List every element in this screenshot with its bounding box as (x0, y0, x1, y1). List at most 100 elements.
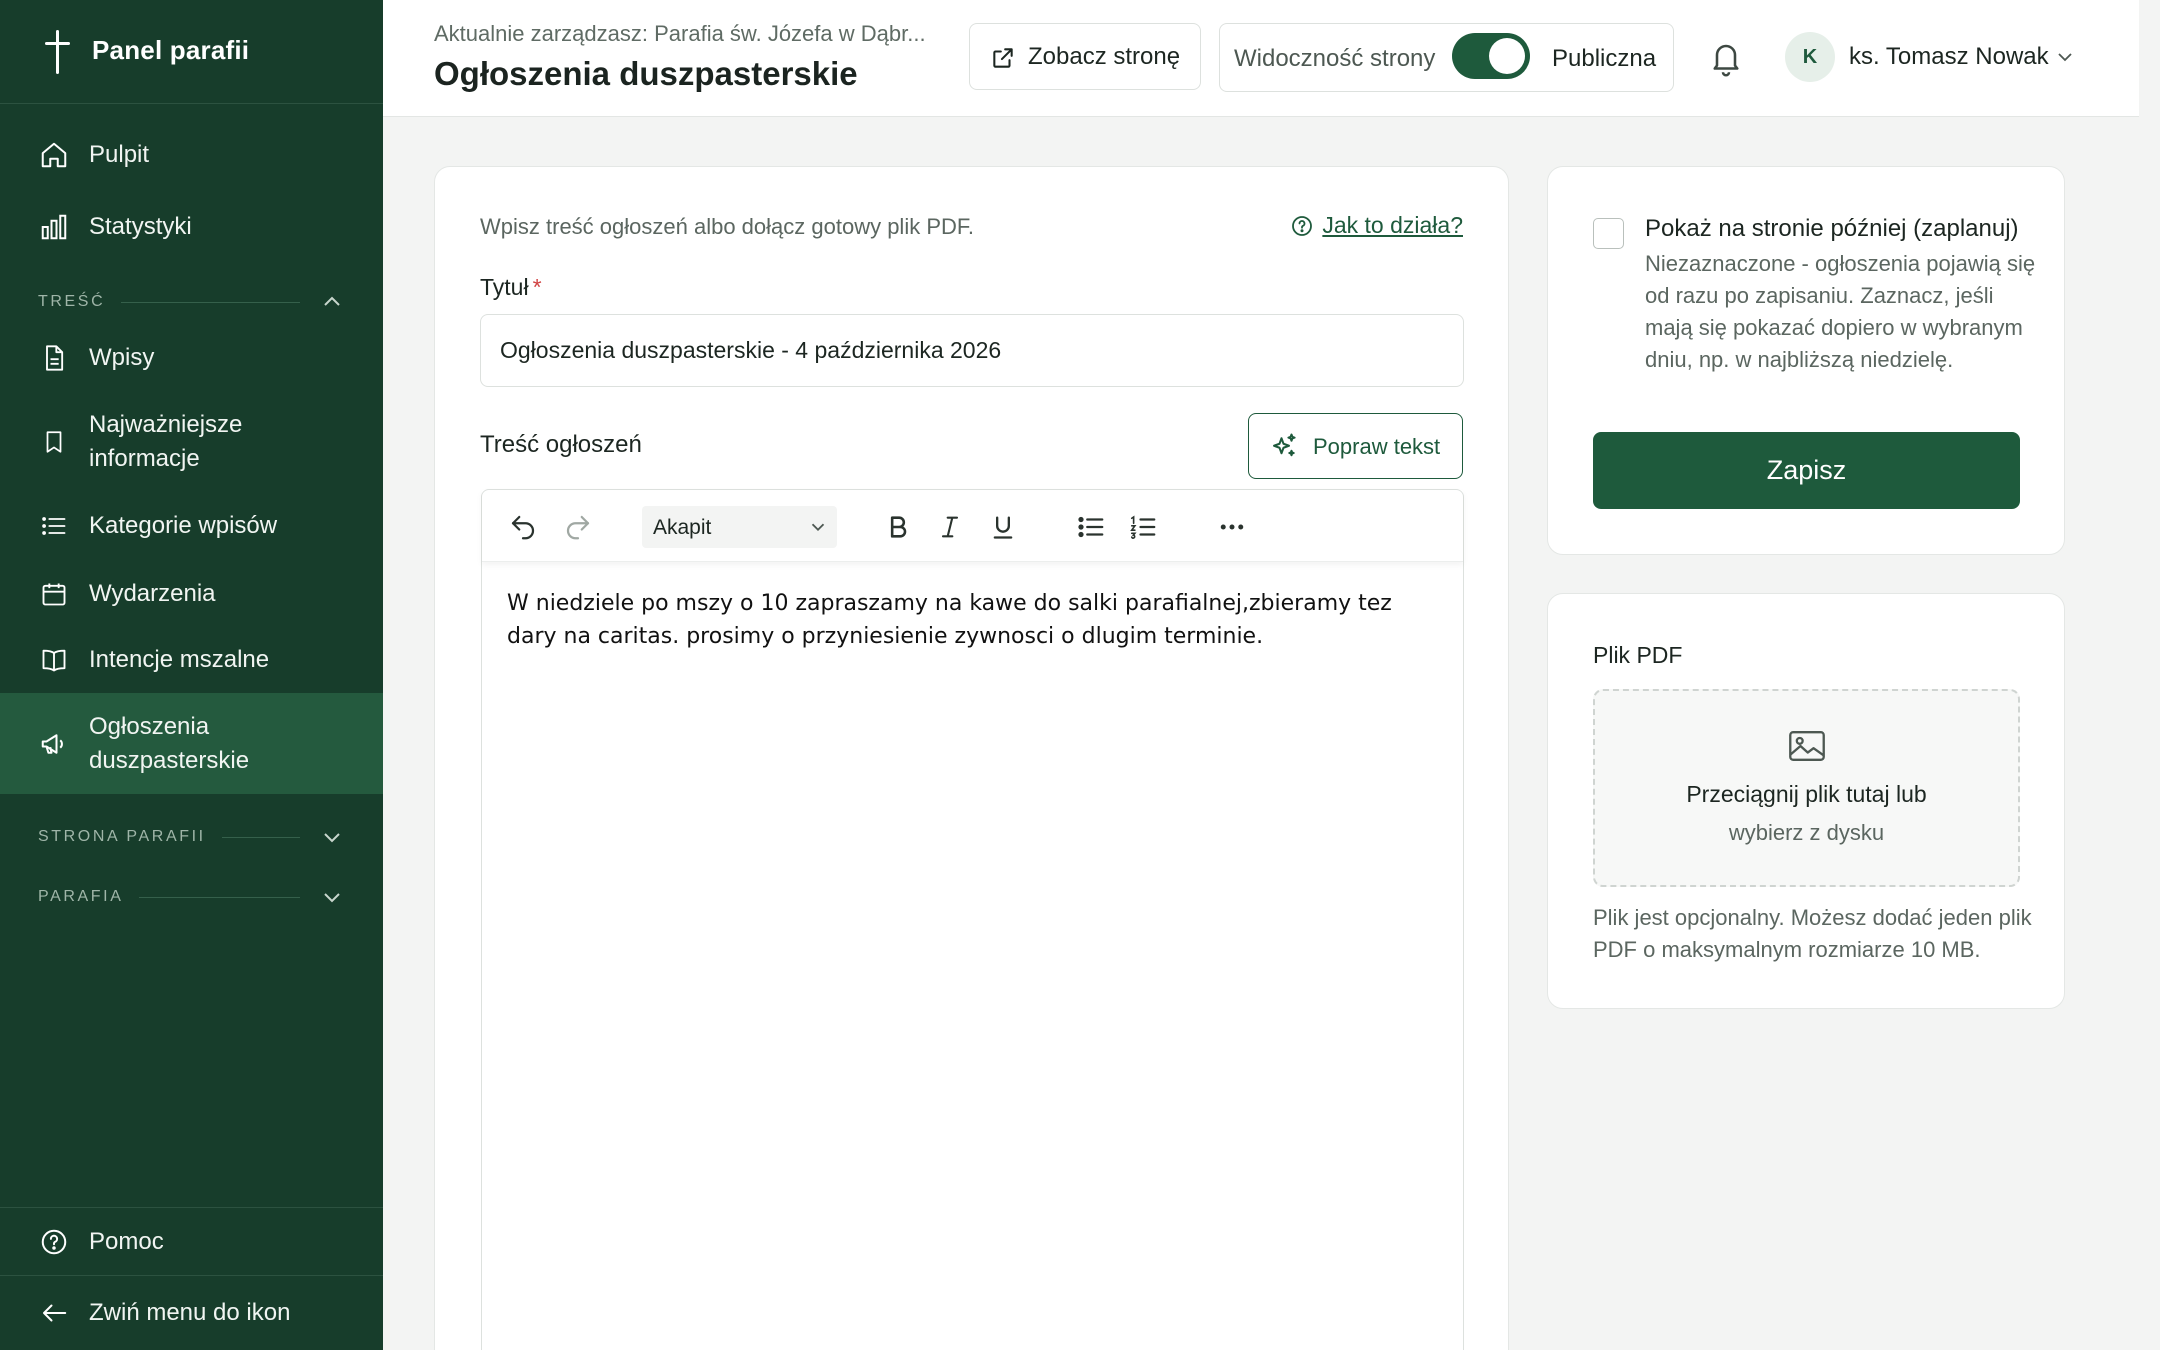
sidebar-item-mass-intentions[interactable]: Intencje mszalne (0, 643, 383, 677)
sidebar-item-announcements[interactable]: Ogłoszenia duszpasterskie (0, 693, 383, 794)
dropzone-primary-text: Przeciągnij plik tutaj lub (1686, 781, 1927, 807)
schedule-description: Niezaznaczone - ogłoszenia pojawią się o… (1645, 251, 2036, 372)
sidebar-collapse-button[interactable]: Zwiń menu do ikon (0, 1296, 383, 1330)
undo-icon (511, 515, 535, 540)
bell-icon[interactable] (1708, 38, 1744, 78)
pdf-note: Plik jest opcjonalny. Możesz dodać jeden… (1593, 905, 2032, 962)
italic-icon (941, 516, 959, 538)
title-input[interactable] (480, 314, 1464, 387)
form-intro: Wpisz treść ogłoszeń albo dołącz gotowy … (480, 214, 974, 239)
save-button[interactable]: Zapisz (1593, 432, 2020, 509)
section-content-header[interactable]: TREŚĆ (38, 290, 344, 314)
question-circle-icon (1292, 215, 1313, 236)
user-menu[interactable]: K ks. Tomasz Nowak (1785, 30, 2085, 84)
content-label: Treść ogłoszeń (480, 431, 642, 458)
italic-button[interactable] (933, 510, 967, 544)
section-site-header[interactable]: STRONA PARAFII (38, 825, 344, 849)
undo-button[interactable] (506, 510, 540, 544)
visibility-toggle[interactable] (1452, 33, 1530, 79)
pdf-title: Plik PDF (1593, 642, 1683, 668)
sidebar-item-label: Statystyki (89, 213, 192, 240)
sidebar-brand[interactable]: Panel parafii (0, 0, 383, 104)
visibility-label: Widoczność strony (1234, 45, 1436, 72)
section-title: STRONA PARAFII (38, 828, 206, 845)
paragraph-style-value: Akapit (653, 516, 712, 539)
section-title: PARAFIA (38, 888, 124, 905)
more-horizontal-icon (1220, 524, 1244, 530)
sidebar-item-label: Ogłoszenia duszpasterskie (89, 713, 250, 774)
required-mark: * (532, 274, 542, 300)
chevron-down-icon (324, 893, 340, 903)
sidebar-item-label: Wpisy (89, 344, 155, 371)
underline-icon (993, 516, 1013, 539)
view-site-button[interactable]: Zobacz stronę (969, 23, 1201, 90)
sidebar-item-label: Kategorie wpisów (89, 512, 278, 539)
sidebar-divider (0, 1207, 383, 1208)
help-link-label: Jak to działa? (1322, 212, 1463, 238)
sidebar-item-categories[interactable]: Kategorie wpisów (0, 509, 383, 543)
arrow-left-icon (38, 1297, 70, 1329)
editor-content[interactable]: W niedziele po mszy o 10 zapraszamy na k… (507, 587, 1437, 653)
sidebar-item-statistics[interactable]: Statystyki (0, 210, 383, 244)
underline-button[interactable] (986, 510, 1020, 544)
improve-text-label: Popraw tekst (1313, 434, 1441, 459)
editor-toolbar: Akapit (482, 490, 1463, 562)
page-title: Ogłoszenia duszpasterskie (434, 55, 858, 92)
brand-title: Panel parafii (92, 35, 250, 65)
sidebar-item-label: Pulpit (89, 141, 150, 168)
image-icon (1789, 731, 1825, 761)
chevron-down-icon (2058, 53, 2072, 62)
redo-button[interactable] (561, 510, 595, 544)
bullet-list-button[interactable] (1074, 510, 1108, 544)
top-header: Aktualnie zarządzasz: Parafia św. Józefa… (383, 0, 2139, 117)
sidebar-item-events[interactable]: Wydarzenia (0, 577, 383, 611)
section-parish-header[interactable]: PARAFIA (38, 885, 344, 909)
chevron-up-icon (324, 296, 340, 306)
sidebar-item-highlights[interactable]: Najważniejsze informacje (0, 408, 383, 478)
book-icon (38, 644, 70, 676)
help-circle-icon (38, 1226, 70, 1258)
bar-chart-icon (38, 211, 70, 243)
bookmark-icon (38, 426, 70, 458)
improve-text-button[interactable]: Popraw tekst (1248, 413, 1463, 479)
numbered-list-button[interactable] (1126, 510, 1160, 544)
pdf-dropzone[interactable]: Przeciągnij plik tutaj lub wybierz z dys… (1593, 689, 2020, 887)
sidebar-item-posts[interactable]: Wpisy (0, 341, 383, 375)
numbered-list-icon (1130, 515, 1156, 539)
redo-icon (566, 515, 590, 540)
sidebar-item-dashboard[interactable]: Pulpit (0, 138, 383, 172)
megaphone-icon (38, 728, 70, 760)
rich-text-editor[interactable]: Akapit W niedziele po mszy o 10 zaprasza… (481, 489, 1464, 1350)
external-link-icon (993, 48, 1013, 68)
sidebar-item-label: Najważniejsze informacje (89, 411, 243, 472)
sidebar: Panel parafii Pulpit Statystyki TREŚĆ Wp… (0, 0, 383, 1350)
calendar-icon (38, 578, 70, 610)
document-icon (38, 342, 70, 374)
bold-button[interactable] (881, 510, 915, 544)
cross-icon (44, 30, 72, 74)
pdf-upload-card: Plik PDF Przeciągnij plik tutaj lub wybi… (1547, 593, 2065, 1009)
sidebar-divider (0, 1275, 383, 1276)
bold-icon (890, 516, 907, 538)
sidebar-item-label: Zwiń menu do ikon (89, 1299, 291, 1326)
view-site-label: Zobacz stronę (1028, 43, 1181, 70)
user-name: ks. Tomasz Nowak (1849, 43, 2049, 70)
paragraph-style-select[interactable]: Akapit (642, 506, 837, 548)
avatar: K (1785, 32, 1835, 82)
visibility-state: Publiczna (1552, 45, 1657, 72)
title-label-text: Tytuł (480, 274, 529, 300)
more-options-button[interactable] (1215, 510, 1249, 544)
section-divider (121, 301, 300, 303)
schedule-card: Pokaż na stronie później (zaplanuj) Niez… (1547, 166, 2065, 555)
dropzone-secondary-text[interactable]: wybierz z dysku (1595, 820, 2018, 846)
list-icon (38, 510, 70, 542)
announcement-form-card: Wpisz treść ogłoszeń albo dołącz gotowy … (434, 166, 1509, 1350)
chevron-down-icon (811, 523, 825, 532)
chevron-down-icon (324, 833, 340, 843)
schedule-checkbox[interactable] (1593, 218, 1624, 249)
home-icon (38, 139, 70, 171)
toggle-knob (1489, 38, 1525, 74)
schedule-title: Pokaż na stronie później (zaplanuj) (1645, 215, 2019, 242)
help-link[interactable]: Jak to działa? (1290, 212, 1463, 239)
sidebar-item-help[interactable]: Pomoc (0, 1225, 383, 1259)
